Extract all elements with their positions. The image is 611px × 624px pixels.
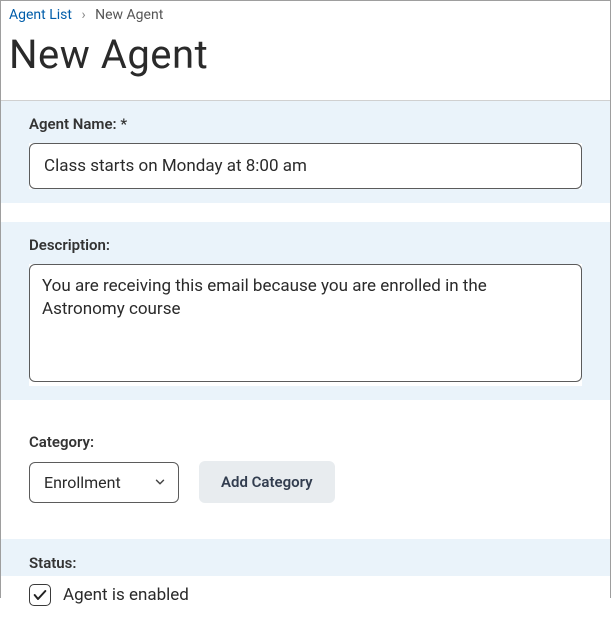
spacer	[1, 521, 610, 539]
status-label: Status:	[29, 554, 76, 572]
category-select[interactable]: Enrollment	[29, 462, 179, 503]
category-label: Category:	[29, 433, 582, 451]
agent-name-input[interactable]	[29, 143, 582, 189]
agent-enabled-label: Agent is enabled	[63, 585, 189, 605]
breadcrumb-current: New Agent	[95, 7, 163, 23]
add-category-button[interactable]: Add Category	[199, 461, 335, 503]
agent-name-block: Agent Name: *	[1, 101, 610, 204]
description-textarea[interactable]: You are receiving this email because you…	[29, 264, 582, 382]
category-label-row: Category:	[1, 419, 610, 461]
form-area: Agent Name: * Description: You are recei…	[1, 100, 610, 624]
description-label: Description:	[29, 236, 582, 254]
page-title: New Agent	[1, 27, 610, 100]
agent-name-label-text: Agent Name:	[29, 115, 117, 133]
category-select-wrap: Enrollment	[29, 462, 179, 503]
breadcrumb-separator: ›	[81, 7, 85, 23]
agent-enabled-checkbox[interactable]	[29, 584, 51, 606]
spacer	[1, 401, 610, 419]
status-block: Status:	[1, 539, 610, 576]
spacer	[1, 204, 610, 222]
breadcrumb-root-link[interactable]: Agent List	[9, 7, 72, 23]
status-row: Agent is enabled	[1, 576, 610, 624]
description-block: Description: You are receiving this emai…	[1, 222, 610, 401]
breadcrumb: Agent List › New Agent	[1, 1, 610, 27]
agent-name-label: Agent Name: *	[29, 115, 582, 133]
category-row: Enrollment Add Category	[1, 461, 610, 521]
required-star: *	[120, 115, 127, 133]
